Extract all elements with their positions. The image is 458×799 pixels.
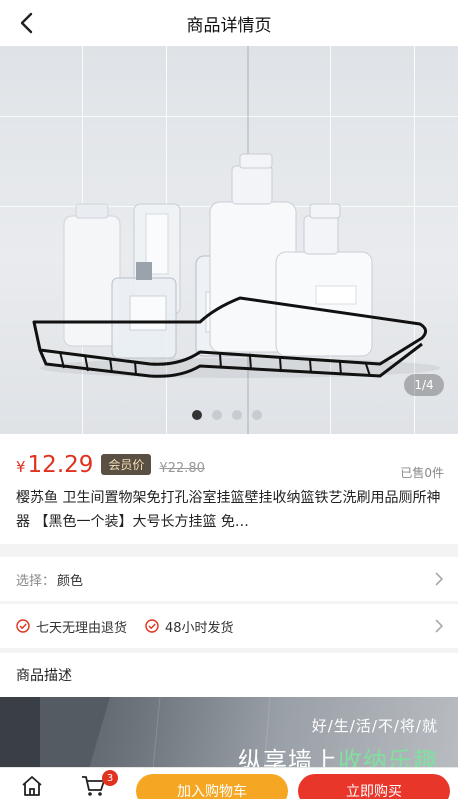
home-icon[interactable] <box>20 774 44 798</box>
page-title: 商品详情页 <box>186 15 272 36</box>
carousel-dot[interactable] <box>232 410 242 420</box>
service-shipping: 48小时发货 <box>145 617 234 636</box>
check-circle-icon <box>145 619 159 633</box>
service-label: 48小时发货 <box>165 620 234 636</box>
image-counter: 1/4 <box>404 374 444 396</box>
service-label: 七天无理由退货 <box>36 620 128 636</box>
add-to-cart-button[interactable]: 加入购物车 <box>136 774 288 799</box>
buy-now-button[interactable]: 立即购买 <box>298 774 450 799</box>
banner-tagline: 好/生/活/不/将/就 <box>311 717 438 735</box>
check-circle-icon <box>16 619 30 633</box>
spec-selector[interactable]: 选择： 颜色 <box>0 557 458 601</box>
currency-symbol: ¥ <box>16 458 26 476</box>
carousel-dot[interactable] <box>192 410 202 420</box>
carousel-dot[interactable] <box>252 410 262 420</box>
product-photo <box>32 153 440 378</box>
bottom-action-bar: 3 加入购物车 立即购买 <box>0 767 458 799</box>
carousel-dots[interactable] <box>192 410 262 420</box>
chevron-right-icon <box>434 571 444 591</box>
carousel-dot[interactable] <box>212 410 222 420</box>
back-arrow-icon[interactable] <box>12 9 40 37</box>
product-name: 樱苏鱼 卫生间置物架免打孔浴室挂篮壁挂收纳篮铁艺洗刷用品厕所神器 【黑色一个装】… <box>16 490 441 530</box>
member-price-badge: 会员价 <box>101 454 152 475</box>
top-nav-bar: 商品详情页 <box>0 0 458 46</box>
description-header: 商品描述 <box>0 653 458 697</box>
cart-count-badge: 3 <box>102 770 118 786</box>
selector-label: 选择： <box>16 573 56 589</box>
selector-value: 颜色 <box>57 573 84 589</box>
sold-count: 已售0件 <box>400 466 444 480</box>
chevron-right-icon <box>434 618 444 638</box>
original-price: ¥22.80 <box>159 461 205 476</box>
service-guarantees[interactable]: 七天无理由退货 48小时发货 <box>0 604 458 648</box>
product-image-gallery[interactable]: 1/4 <box>0 46 458 434</box>
service-return: 七天无理由退货 <box>16 617 127 636</box>
current-price: 12.29 <box>27 452 94 478</box>
price-row: ¥ 12.29 会员价 ¥22.80 <box>16 452 205 478</box>
price-card: ¥ 12.29 会员价 ¥22.80 已售0件 樱苏鱼 卫生间置物架免打孔浴室挂… <box>0 434 458 544</box>
